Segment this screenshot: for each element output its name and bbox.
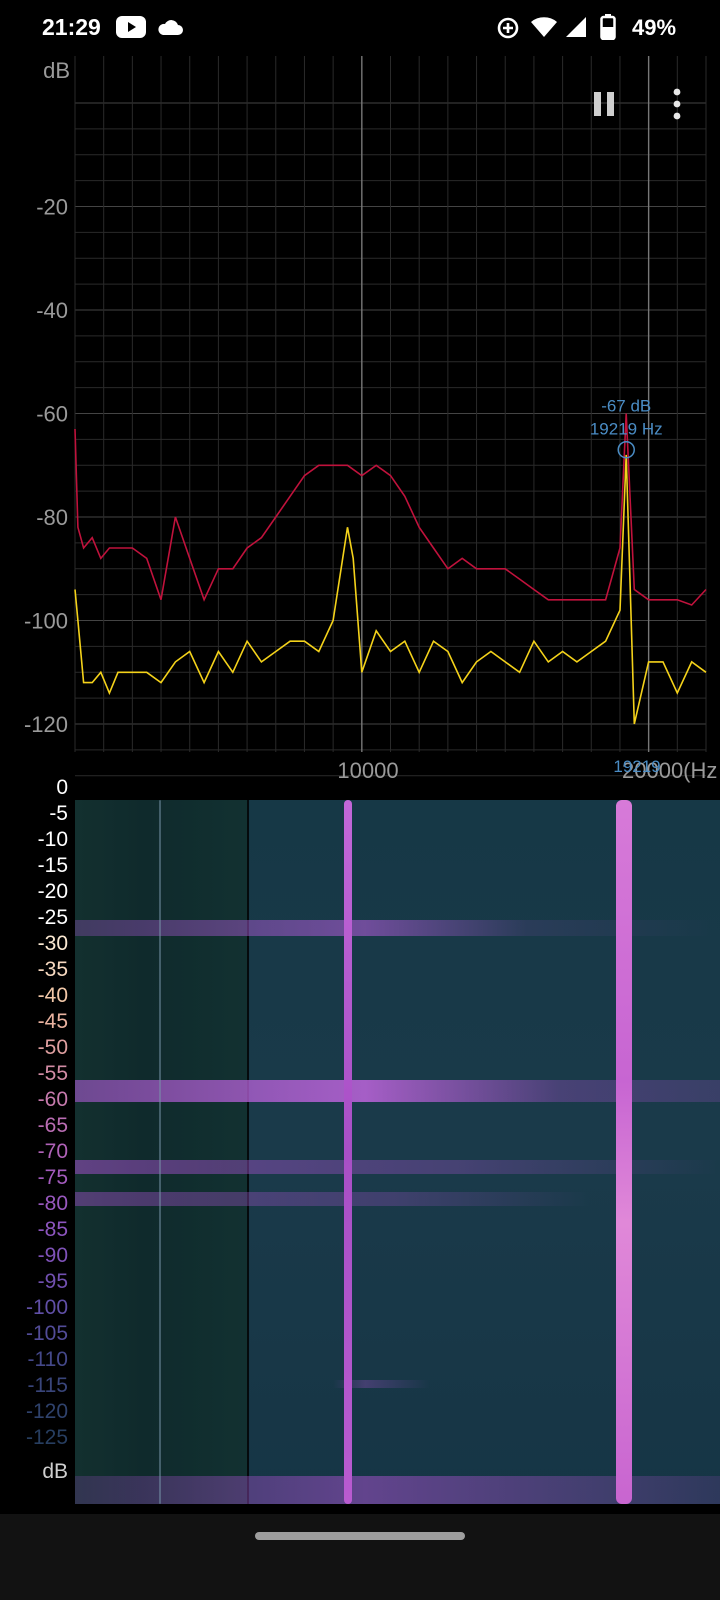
- battery-icon: [600, 14, 616, 40]
- spectrogram-trace-19khz: [616, 800, 632, 1504]
- battery-percent: 49%: [632, 15, 677, 40]
- spectrogram-level-label: -105: [25, 1322, 68, 1345]
- spectrum-chart[interactable]: -20-40-60-80-100-120 -67 dB 19219 Hz dB …: [0, 56, 720, 790]
- status-time: 21:29: [42, 14, 101, 40]
- spectrum-plot[interactable]: -20 -40 -60 -80 -100 -120 -67 dB 19219 Hz dB …: [0, 56, 720, 790]
- spectrogram-level-label: -125: [25, 1426, 68, 1449]
- spectrogram-level-label: -5: [49, 802, 68, 825]
- status-bar: 21:29 49%: [0, 0, 720, 56]
- spectrogram-level-label: -20: [37, 880, 68, 903]
- spectrogram-level-label: -30: [37, 932, 68, 955]
- spectrogram-level-label: -50: [37, 1036, 68, 1059]
- x-tick-10000: 10000: [337, 758, 398, 783]
- spectrogram-level-label: -95: [37, 1270, 68, 1293]
- peak-db-label: -67 dB: [601, 397, 651, 416]
- spectrogram-unit-label: dB: [42, 1460, 68, 1483]
- spectrogram-level-label: -40: [37, 984, 68, 1007]
- home-gesture-handle[interactable]: [255, 1532, 465, 1540]
- y-unit-label: dB: [43, 58, 70, 83]
- y-tick-label: -40: [36, 298, 68, 323]
- navigation-bar: [0, 1514, 720, 1600]
- pause-icon[interactable]: [592, 90, 618, 118]
- signal-icon: [566, 17, 586, 37]
- spectrogram-level-label: -25: [37, 906, 68, 929]
- cloud-icon: [158, 20, 183, 35]
- y-tick-label: -20: [36, 195, 68, 220]
- spectrogram-waterfall[interactable]: [75, 800, 720, 1504]
- spectrogram-level-label: -85: [37, 1218, 68, 1241]
- spectrogram-level-label: 0: [56, 776, 68, 799]
- spectrogram-level-label: -15: [37, 854, 68, 877]
- spectrogram-trace-10khz: [344, 800, 352, 1504]
- spectrogram[interactable]: 0 -5 -10 -15 -20 -25 -30 -35 -40 -45 -50 -55 -60 -65 -…: [0, 776, 720, 1514]
- spectrogram-level-label: -90: [37, 1244, 68, 1267]
- spectrogram-level-label: -60: [37, 1088, 68, 1111]
- y-tick-label: -100: [24, 609, 68, 634]
- spectrogram-level-label: -45: [37, 1010, 68, 1033]
- wifi-icon: [531, 17, 557, 37]
- spectrogram-level-axis: 0 -5 -10 -15 -20 -25 -30 -35 -40 -45 -50 -55 -60 -65 -…: [0, 776, 72, 1514]
- y-tick-label: -120: [24, 712, 68, 737]
- spectrogram-level-label: -70: [37, 1140, 68, 1163]
- data-saver-icon: [497, 17, 519, 39]
- peak-hz-label: 19219 Hz: [590, 420, 663, 439]
- youtube-icon: [116, 16, 146, 38]
- spectrogram-trace-low: [159, 800, 161, 1504]
- spectrogram-divider: [247, 800, 249, 1504]
- y-tick-label: -80: [36, 505, 68, 530]
- spectrogram-level-label: -65: [37, 1114, 68, 1137]
- spectrogram-level-label: -75: [37, 1166, 68, 1189]
- spectrogram-level-label: -80: [37, 1192, 68, 1215]
- spectrogram-level-label: -35: [37, 958, 68, 981]
- spectrogram-level-label: -55: [37, 1062, 68, 1085]
- peak-frequency-marker: 19219: [613, 757, 660, 776]
- spectrogram-level-label: -100: [25, 1296, 68, 1319]
- spectrogram-low-region: [75, 800, 247, 1504]
- spectrogram-level-label: -120: [25, 1400, 68, 1423]
- spectrogram-level-label: -115: [27, 1374, 68, 1397]
- spectrogram-level-label: -10: [37, 828, 68, 851]
- y-tick-label: -60: [36, 402, 68, 427]
- spectrogram-level-label: -110: [27, 1348, 68, 1371]
- more-vert-icon[interactable]: [670, 88, 684, 120]
